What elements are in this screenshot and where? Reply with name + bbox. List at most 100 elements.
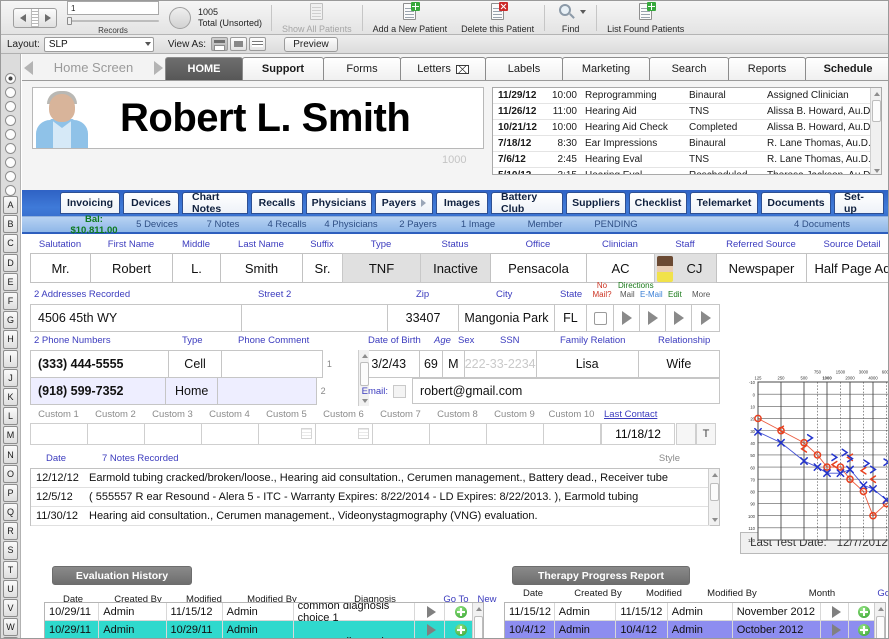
record-bullet[interactable] — [5, 143, 16, 154]
note-row[interactable]: 11/30/12 Hearing aid consultation., Cerum… — [31, 507, 710, 526]
phone-comment-input[interactable] — [217, 377, 317, 405]
no-mail-checkbox-cell[interactable] — [586, 304, 615, 332]
custom-input-2[interactable] — [87, 423, 145, 445]
scroll-down-icon[interactable] — [709, 514, 720, 525]
new-record-button[interactable] — [849, 603, 875, 621]
tab-schedule[interactable]: Schedule — [805, 57, 888, 80]
view-as-form-button[interactable] — [210, 37, 228, 51]
alphabet-key-s[interactable]: S — [3, 541, 18, 560]
identity-input-referred-source[interactable]: Newspaper — [716, 253, 807, 283]
identity-input-clinician[interactable]: AC — [586, 253, 655, 283]
alphabet-key-t[interactable]: T — [3, 560, 18, 579]
alphabet-key-v[interactable]: V — [3, 598, 18, 618]
record-bullet[interactable] — [5, 115, 16, 126]
zip-input[interactable]: 33407 — [386, 304, 460, 332]
appointment-row[interactable]: 7/18/12 8:30 Ear Impressions Binaural R. Lan… — [493, 136, 881, 152]
scroll-thumb[interactable] — [474, 616, 483, 638]
next-record-button[interactable] — [39, 9, 56, 27]
home-screen-label[interactable]: Home Screen — [36, 56, 151, 80]
family-relation-input[interactable]: Lisa — [535, 350, 639, 378]
notes-scrollbar[interactable] — [708, 469, 719, 525]
record-bullet-selected[interactable] — [5, 73, 16, 84]
module-tab-recalls[interactable]: Recalls — [251, 192, 303, 214]
show-all-patients-button[interactable]: Show All Patients — [275, 1, 359, 35]
new-record-button[interactable] — [849, 621, 875, 639]
chevron-down-icon[interactable] — [580, 9, 587, 14]
scroll-up-icon[interactable] — [359, 350, 370, 361]
ssn-input[interactable]: 222-33-2234 — [463, 350, 537, 378]
alphabet-key-l[interactable]: L — [3, 407, 18, 426]
no-mail-checkbox[interactable] — [593, 311, 607, 325]
go-to-button[interactable] — [415, 620, 445, 638]
alphabet-key-m[interactable]: M — [3, 426, 18, 445]
notes-list[interactable]: 12/12/12 Earmold tubing cracked/broken/lo… — [30, 468, 720, 526]
phones-count-label[interactable]: 2 Phone Numbers — [34, 335, 111, 346]
module-tab-chart-notes[interactable]: Chart Notes — [182, 191, 248, 215]
tab-labels[interactable]: Labels — [485, 57, 564, 80]
record-bullet[interactable] — [5, 87, 16, 98]
custom-input-7[interactable] — [372, 423, 430, 445]
alphabet-key-w[interactable]: W — [3, 618, 18, 637]
state-input[interactable]: FL — [553, 304, 588, 332]
identity-input-type[interactable]: TNF — [342, 253, 421, 283]
record-bullet[interactable] — [5, 157, 16, 168]
preview-button[interactable]: Preview — [283, 36, 338, 52]
scroll-up-icon[interactable] — [875, 603, 885, 614]
record-slider[interactable] — [67, 16, 159, 25]
module-tab-telemarket[interactable]: Telemarket — [690, 192, 758, 214]
evaluation-history-scrollbar[interactable] — [472, 603, 483, 638]
module-tab-physicians[interactable]: Physicians — [306, 192, 372, 214]
patient-photo[interactable] — [34, 88, 90, 148]
email-action-button[interactable] — [639, 304, 667, 332]
alphabet-key-f[interactable]: F — [3, 291, 18, 311]
alphabet-key-b[interactable]: B — [3, 215, 18, 234]
more-action-button[interactable] — [691, 304, 720, 332]
module-tab-devices[interactable]: Devices — [123, 192, 179, 214]
text-tool-button[interactable]: T — [696, 423, 716, 445]
nav-forward-button[interactable] — [151, 56, 165, 80]
alphabet-key-c[interactable]: C — [3, 234, 18, 253]
calendar-icon[interactable] — [676, 423, 696, 445]
last-contact-input[interactable]: 11/18/12 — [601, 423, 675, 445]
slider-knob[interactable] — [67, 16, 72, 25]
scroll-up-icon[interactable] — [871, 88, 881, 99]
module-tab-battery-club[interactable]: Battery Club — [491, 191, 563, 215]
note-row[interactable]: 12/5/12 ( 555557 R ear Resound - Alera 5 … — [31, 488, 710, 507]
alphabet-key-n[interactable]: N — [3, 445, 18, 464]
tab-support[interactable]: Support — [242, 57, 325, 80]
custom-input-9[interactable] — [486, 423, 544, 445]
table-row[interactable]: 10/4/12 Admin 10/4/12 Admin October 2012 — [505, 620, 875, 639]
custom-input-6[interactable] — [315, 423, 373, 445]
tab-reports[interactable]: Reports — [728, 57, 807, 80]
new-record-button[interactable] — [445, 621, 473, 639]
alphabet-key-h[interactable]: H — [3, 330, 18, 349]
table-row[interactable]: 11/15/12 Admin 11/15/12 Admin November 2012 — [505, 603, 875, 621]
phone-number-input[interactable]: (918) 599-7352 — [30, 377, 167, 405]
module-tab-payers[interactable]: Payers — [375, 192, 433, 214]
relationship-input[interactable]: Wife — [637, 350, 721, 378]
scroll-thumb[interactable] — [710, 483, 719, 501]
go-to-button[interactable] — [821, 620, 850, 638]
alphabet-key-j[interactable]: J — [3, 368, 18, 387]
module-tab-set-up[interactable]: Set-up — [834, 191, 884, 215]
identity-input-last-name[interactable]: Smith — [220, 253, 303, 283]
alphabet-key-q[interactable]: Q — [3, 503, 18, 522]
appointment-row[interactable]: 5/10/123:15Hearing EvalRescheduledTheres… — [493, 168, 881, 174]
identity-input-staff[interactable]: CJ — [654, 253, 717, 283]
addresses-count-label[interactable]: 2 Addresses Recorded — [34, 289, 130, 300]
view-as-table-button[interactable] — [248, 37, 266, 51]
street2-input[interactable] — [240, 304, 388, 332]
phone-type-input[interactable]: Cell — [167, 350, 223, 378]
tab-forms[interactable]: Forms — [323, 57, 402, 80]
identity-input-office[interactable]: Pensacola — [490, 253, 587, 283]
appointment-row[interactable]: 11/29/12 10:00 Reprogramming Binaural Assign… — [493, 88, 881, 104]
identity-input-salutation[interactable]: Mr. — [30, 253, 91, 283]
custom-input-3[interactable] — [144, 423, 202, 445]
record-bullet[interactable] — [5, 171, 16, 182]
custom-input-1[interactable] — [30, 423, 88, 445]
table-row[interactable]: 10/29/11 Admin 11/15/12 Admin common diagnos… — [45, 603, 473, 624]
appointment-row[interactable]: 10/21/12 10:00 Hearing Aid Check Completed A… — [493, 120, 881, 136]
scroll-thumb[interactable] — [872, 100, 881, 122]
tab-letters[interactable]: Letters — [400, 57, 487, 80]
alphabet-key-o[interactable]: O — [3, 464, 18, 483]
